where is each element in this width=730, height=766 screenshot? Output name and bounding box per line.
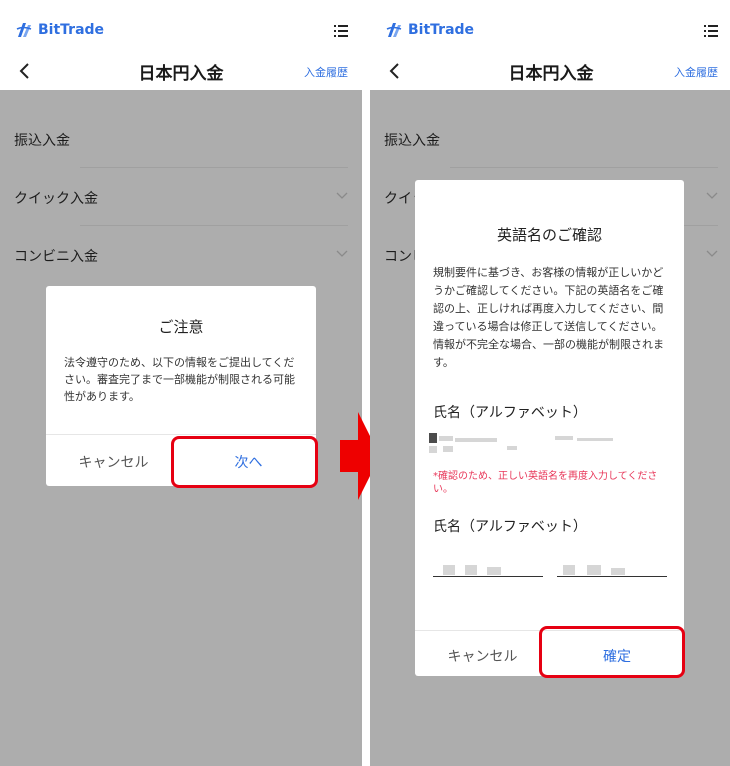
name-field-label: 氏名（アルファベット） [433,405,587,421]
deposit-method-label: コンビニ入金 [14,249,98,265]
top-bar: BitTrade [0,0,362,58]
brand-name: BitTrade [38,22,105,38]
dialog-divider [46,434,316,435]
overlay-backdrop: 振込入金 クイック入金 コンビニ入金 ご注意 法令遵守のため、以下の情報をご提出… [0,90,362,766]
deposit-method-quick[interactable]: クイック入金 [0,168,362,226]
menu-icon[interactable] [704,25,718,37]
deposit-method-bank-transfer[interactable]: 振込入金 [0,110,362,168]
deposit-method-bank-transfer[interactable]: 振込入金 [370,110,730,168]
chevron-down-icon [706,250,718,257]
menu-icon[interactable] [334,25,348,37]
notice-dialog-title: ご注意 [158,318,204,336]
chevron-down-icon [336,250,348,257]
confirm-dialog-title: 英語名のご確認 [496,226,602,244]
confirm-warning-text: *確認のため、正しい英語名を再度入力してください。 [433,471,658,495]
nav-bar: 日本円入金 入金履歴 [0,54,362,90]
chevron-down-icon [336,192,348,199]
brand-name: BitTrade [408,22,475,38]
top-bar: BitTrade [370,0,730,58]
overlay-backdrop: 振込入金 クイック入金 コンビニ入金 英語名のご確認 規制要件に基づき、お客様の… [370,90,730,766]
deposit-method-convenience-store[interactable]: コンビニ入金 [0,226,362,284]
screen-right: BitTrade 日本円入金 入金履歴 振込入金 クイック入金 コンビニ入金 [370,0,730,766]
name-reentry-label: 氏名（アルファベット） [433,519,587,535]
confirm-button-highlight [539,626,685,678]
deposit-history-link[interactable]: 入金履歴 [674,64,718,80]
bittrade-logo-icon [386,23,402,37]
deposit-method-label: 振込入金 [384,133,440,149]
notice-dialog-body: 法令遵守のため、以下の情報をご提出してください。審査完了まで一部機能が制限される… [64,356,295,403]
confirm-dialog-body: 規制要件に基づき、お客様の情報が正しいかどうかご確認してください。下記の英語名を… [433,266,664,369]
screen-left: BitTrade 日本円入金 入金履歴 振込入金 クイック入金 コンビニ入金 ご… [0,0,362,766]
chevron-down-icon [706,192,718,199]
cancel-button[interactable]: キャンセル [46,452,181,472]
deposit-method-label: クイック入金 [14,191,98,207]
nav-bar: 日本円入金 入金履歴 [370,54,730,90]
bittrade-logo[interactable]: BitTrade [384,20,474,40]
next-button-highlight [171,436,318,488]
deposit-method-label: 振込入金 [14,133,70,149]
deposit-history-link[interactable]: 入金履歴 [304,64,348,80]
bittrade-logo[interactable]: BitTrade [14,20,104,40]
bittrade-logo-icon [16,23,32,37]
cancel-button[interactable]: キャンセル [415,646,550,666]
english-name-confirm-dialog: 英語名のご確認 規制要件に基づき、お客様の情報が正しいかどうかご確認してください… [415,180,684,676]
